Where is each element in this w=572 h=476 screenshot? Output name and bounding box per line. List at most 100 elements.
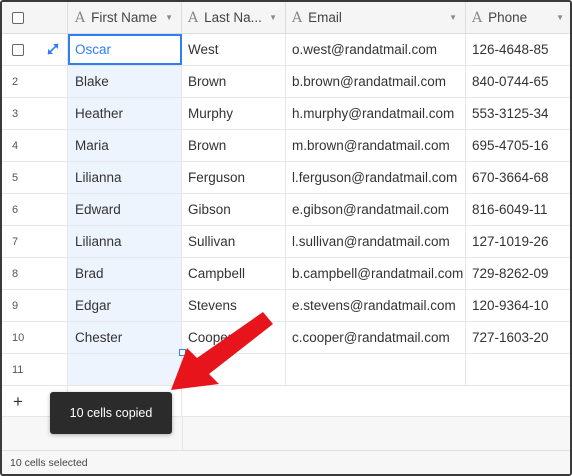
cell-first-name[interactable]: Heather (68, 98, 182, 129)
data-grid: A First Name ▼ A Last Na... ▼ A Email ▼ A Phone ▼ O… (2, 2, 570, 418)
table-row[interactable]: 8 Brad Campbell b.campbell@randatmail.com 72… (2, 258, 570, 290)
row-number: 9 (12, 299, 19, 312)
row-number: 2 (12, 75, 19, 88)
cell-email[interactable]: m.brown@randatmail.com (286, 130, 466, 161)
cell-phone[interactable]: 816-6049-11 (466, 194, 570, 225)
cell-first-name[interactable]: Edward (68, 194, 182, 225)
table-row[interactable]: 4 Maria Brown m.brown@randatmail.com 695-470… (2, 130, 570, 162)
table-row[interactable]: 9 Edgar Stevens e.stevens@randatmail.com 120… (2, 290, 570, 322)
chevron-down-icon[interactable]: ▼ (165, 13, 173, 22)
table-row[interactable]: 6 Edward Gibson e.gibson@randatmail.com 816-… (2, 194, 570, 226)
row-number: 10 (12, 331, 25, 344)
text-field-icon: A (75, 9, 86, 26)
column-header-first-name[interactable]: A First Name ▼ (68, 2, 182, 33)
column-header-email[interactable]: A Email ▼ (286, 2, 466, 33)
column-header-last-name[interactable]: A Last Na... ▼ (182, 2, 286, 33)
column-divider (182, 417, 183, 451)
row-number-cell[interactable]: 3 (2, 98, 68, 129)
cell-first-name[interactable]: Maria (68, 130, 182, 161)
chevron-down-icon[interactable]: ▼ (269, 13, 277, 22)
table-row[interactable]: 7 Lilianna Sullivan l.sullivan@randatmail.c… (2, 226, 570, 258)
cell-email[interactable]: e.gibson@randatmail.com (286, 194, 466, 225)
table-row[interactable]: 2 Blake Brown b.brown@randatmail.com 840-074… (2, 66, 570, 98)
row-number-cell[interactable]: 2 (2, 66, 68, 97)
table-row[interactable]: 3 Heather Murphy h.murphy@randatmail.com 553… (2, 98, 570, 130)
column-header-label: Last Na... (204, 10, 262, 25)
rows-container: Oscar West o.west@randatmail.com 126-4648-8… (2, 34, 570, 354)
text-field-icon: A (188, 9, 199, 26)
cell-last-name[interactable]: Sullivan (182, 226, 286, 257)
annotation-arrow-icon (171, 312, 273, 390)
cell-email[interactable]: c.cooper@randatmail.com (286, 322, 466, 353)
row-number: 3 (12, 107, 19, 120)
row-number-cell[interactable]: 8 (2, 258, 68, 289)
spreadsheet-window: A First Name ▼ A Last Na... ▼ A Email ▼ A Phone ▼ O… (0, 0, 572, 476)
cell-phone[interactable]: 729-8262-09 (466, 258, 570, 289)
cell-email[interactable]: b.brown@randatmail.com (286, 66, 466, 97)
cell-phone[interactable]: 727-1603-20 (466, 322, 570, 353)
cell-phone[interactable]: 840-0744-65 (466, 66, 570, 97)
row-number: 6 (12, 203, 19, 216)
empty-cell[interactable] (286, 354, 466, 385)
cell-email[interactable]: l.sullivan@randatmail.com (286, 226, 466, 257)
cell-first-name[interactable]: Edgar (68, 290, 182, 321)
cell-last-name[interactable]: Brown (182, 66, 286, 97)
cell-phone[interactable]: 670-3664-68 (466, 162, 570, 193)
empty-cell[interactable] (466, 354, 570, 385)
text-field-icon: A (472, 9, 483, 26)
cell-phone[interactable]: 127-1019-26 (466, 226, 570, 257)
row-number: 7 (12, 235, 19, 248)
empty-row[interactable]: 11 (2, 354, 570, 386)
cell-last-name[interactable]: Brown (182, 130, 286, 161)
cell-last-name[interactable]: Campbell (182, 258, 286, 289)
row-number-cell[interactable]: 5 (2, 162, 68, 193)
cell-email[interactable]: b.campbell@randatmail.com (286, 258, 466, 289)
column-header-label: Email (308, 10, 342, 25)
row-number: 5 (12, 171, 19, 184)
empty-cell[interactable] (68, 354, 182, 385)
cell-email[interactable]: l.ferguson@randatmail.com (286, 162, 466, 193)
table-row[interactable]: 10 Chester Cooper c.cooper@randatmail.com 72… (2, 322, 570, 354)
status-bar: 10 cells selected (2, 450, 570, 474)
table-row[interactable]: Oscar West o.west@randatmail.com 126-4648-8… (2, 34, 570, 66)
cell-first-name[interactable]: Oscar (68, 34, 182, 65)
column-header-label: First Name (91, 10, 158, 25)
cell-first-name[interactable]: Lilianna (68, 162, 182, 193)
cell-first-name[interactable]: Blake (68, 66, 182, 97)
cell-email[interactable]: h.murphy@randatmail.com (286, 98, 466, 129)
column-header-phone[interactable]: A Phone ▼ (466, 2, 570, 33)
row-number-cell[interactable]: 7 (2, 226, 68, 257)
cell-last-name[interactable]: Murphy (182, 98, 286, 129)
select-all-cell[interactable] (2, 2, 68, 33)
row-number-cell[interactable]: 10 (2, 322, 68, 353)
cell-first-name[interactable]: Chester (68, 322, 182, 353)
row-number-cell[interactable]: 9 (2, 290, 68, 321)
row-number: 8 (12, 267, 19, 280)
row-number-cell[interactable]: 4 (2, 130, 68, 161)
row-number-cell[interactable] (2, 34, 68, 65)
chevron-down-icon[interactable]: ▼ (556, 13, 564, 22)
cell-phone[interactable]: 120-9364-10 (466, 290, 570, 321)
chevron-down-icon[interactable]: ▼ (449, 13, 457, 22)
row-number-cell[interactable]: 6 (2, 194, 68, 225)
cell-last-name[interactable]: Ferguson (182, 162, 286, 193)
row-number: 4 (12, 139, 19, 152)
cell-first-name[interactable]: Brad (68, 258, 182, 289)
cell-email[interactable]: e.stevens@randatmail.com (286, 290, 466, 321)
cell-phone[interactable]: 695-4705-16 (466, 130, 570, 161)
cell-email[interactable]: o.west@randatmail.com (286, 34, 466, 65)
cell-last-name[interactable]: Gibson (182, 194, 286, 225)
expand-record-icon[interactable] (47, 43, 59, 55)
cell-last-name[interactable]: West (182, 34, 286, 65)
row-checkbox[interactable] (12, 43, 24, 56)
header-row: A First Name ▼ A Last Na... ▼ A Email ▼ A Phone ▼ (2, 2, 570, 34)
copied-toast: 10 cells copied (50, 392, 172, 434)
text-field-icon: A (292, 9, 303, 26)
column-header-label: Phone (488, 10, 528, 25)
table-row[interactable]: 5 Lilianna Ferguson l.ferguson@randatmail.c… (2, 162, 570, 194)
cell-phone[interactable]: 553-3125-34 (466, 98, 570, 129)
row-number: 11 (2, 354, 68, 385)
select-all-checkbox[interactable] (12, 11, 24, 24)
cell-phone[interactable]: 126-4648-85 (466, 34, 570, 65)
cell-first-name[interactable]: Lilianna (68, 226, 182, 257)
